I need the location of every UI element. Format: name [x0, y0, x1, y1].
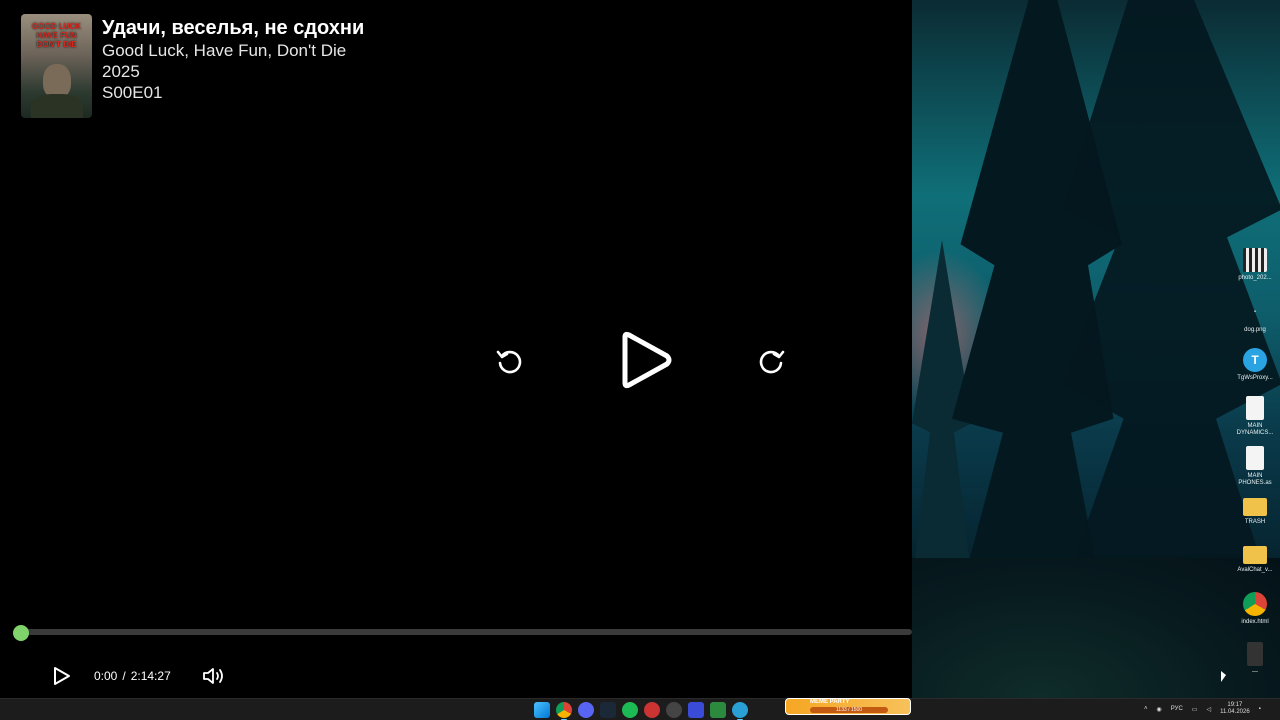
desktop-icon-label: MAIN DYNAMICS... [1236, 423, 1274, 436]
video-original-title: Good Luck, Have Fun, Don't Die [102, 41, 347, 60]
desktop-icon-label: index.html [1241, 619, 1269, 625]
play-button[interactable] [612, 326, 678, 394]
mouse-cursor [1221, 671, 1226, 682]
discord-taskbar-icon[interactable] [578, 702, 594, 718]
video-episode: S00E01 [102, 83, 163, 102]
document-icon [1246, 446, 1264, 470]
spotify-taskbar-icon[interactable] [622, 702, 638, 718]
forward-button[interactable] [753, 342, 791, 380]
desktop-icon-index[interactable]: index.html [1232, 592, 1278, 626]
video-metadata: Удачи, веселья, не сдохни Good Luck, Hav… [102, 16, 364, 103]
chrome-taskbar-icon[interactable] [556, 702, 572, 720]
current-time: 0:00 [94, 669, 118, 683]
telegram-taskbar-icon[interactable] [732, 702, 748, 720]
chrome-icon [1243, 592, 1267, 616]
desktop-icon-label: TgWsProxy... [1237, 375, 1273, 381]
image-icon [1243, 248, 1267, 272]
network-icon[interactable]: ▭ [1192, 706, 1198, 713]
poster-text: GOOD LUCK HAVE FUN DON'T DIE [32, 22, 81, 49]
video-player[interactable]: GOOD LUCK HAVE FUN DON'T DIE Удачи, весе… [0, 0, 912, 698]
desktop-icon-label: — [1252, 669, 1258, 675]
language-indicator[interactable]: РУС [1171, 706, 1183, 712]
clock-date: 11.04.2026 [1220, 709, 1250, 715]
app-taskbar-icon[interactable] [644, 702, 660, 718]
play-icon [54, 667, 70, 685]
poster-figure-body [31, 94, 83, 118]
folder-icon [1243, 498, 1267, 516]
forward-icon [759, 350, 785, 374]
desktop-icon-avalchat[interactable]: AvalChat_v... [1232, 542, 1278, 574]
system-tray: ˄ ◉ РУС ▭ ◁ 19:17 11.04.2026 ▪ [1144, 700, 1261, 718]
app-taskbar-icon[interactable] [666, 702, 682, 718]
app-taskbar-icon[interactable] [710, 702, 726, 718]
poster-image: GOOD LUCK HAVE FUN DON'T DIE [21, 14, 92, 118]
speaker-icon[interactable]: ◁ [1206, 706, 1211, 713]
desktop-icon-main-phones[interactable]: MAIN PHONES.as [1232, 446, 1278, 487]
duration: 2:14:27 [130, 669, 171, 683]
desktop-icon-label: AvalChat_v... [1237, 567, 1273, 573]
desktop-icon-trash[interactable]: TRASH [1232, 494, 1278, 526]
poster-figure [43, 64, 71, 98]
desktop-icon-photo[interactable]: photo_202... [1232, 248, 1278, 282]
video-year: 2025 [102, 62, 140, 81]
time-display: 0:00 / 2:14:27 [94, 669, 171, 683]
document-icon [1246, 396, 1264, 420]
chevron-up-icon[interactable]: ˄ [1144, 706, 1148, 712]
volume-button[interactable] [200, 663, 228, 689]
start-button[interactable] [534, 702, 550, 718]
desktop-wallpaper: photo_202... ▪ dog.png T TgWsProxy... MA… [912, 0, 1280, 698]
time-separator: / [122, 669, 126, 683]
desktop-icon-label: photo_202... [1238, 275, 1272, 281]
meme-party-widget[interactable]: MEME PARTY 1133 / 1500 [785, 698, 911, 715]
telegram-icon: T [1243, 348, 1267, 372]
desktop-icon-tgwsproxy[interactable]: T TgWsProxy... [1232, 348, 1278, 382]
clock[interactable]: 19:17 11.04.2026 [1220, 702, 1250, 716]
rewind-icon [496, 350, 522, 374]
seek-bar[interactable] [16, 629, 912, 635]
desktop-icon-label: dog.png [1244, 327, 1266, 333]
notification-icon[interactable]: ▪ [1259, 706, 1261, 712]
clock-time: 19:17 [1227, 702, 1243, 708]
desktop-icon-label: MAIN PHONES.as [1238, 473, 1272, 486]
play-icon [622, 331, 672, 389]
folder-icon [1243, 546, 1267, 564]
seek-thumb[interactable] [13, 625, 29, 641]
steam-taskbar-icon[interactable] [600, 702, 616, 718]
video-title: Удачи, веселья, не сдохни [102, 17, 365, 39]
play-pause-button[interactable] [48, 663, 74, 689]
desktop-icon-file[interactable]: — [1232, 642, 1278, 676]
media-player-taskbar-icon[interactable] [688, 702, 704, 718]
taskbar [0, 698, 1280, 720]
widget-value: 1133 / 1500 [836, 707, 863, 713]
desktop-icon-main-dynamics[interactable]: MAIN DYNAMICS... [1232, 396, 1278, 437]
image-icon: ▪ [1253, 309, 1257, 315]
rewind-button[interactable] [490, 342, 528, 380]
volume-icon [203, 668, 223, 684]
widget-title: MEME PARTY [810, 699, 850, 705]
file-icon [1247, 642, 1263, 666]
desktop-icon-label: TRASH [1244, 519, 1266, 525]
desktop-icon-dog[interactable]: ▪ dog.png [1232, 300, 1278, 334]
microphone-icon[interactable]: ◉ [1157, 706, 1162, 713]
